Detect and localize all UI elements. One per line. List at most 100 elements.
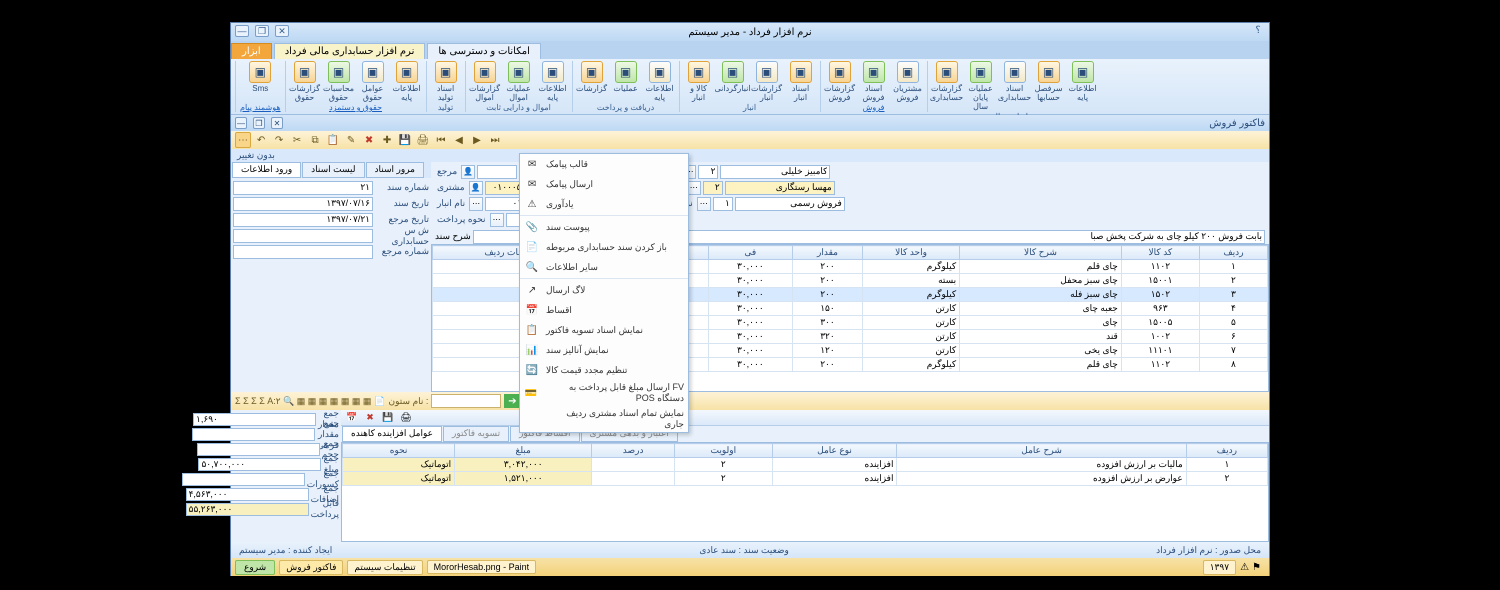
close-icon[interactable]: ✕ (275, 25, 289, 37)
ribbon-item[interactable]: ▣گزارشات فروش (825, 61, 855, 102)
doc-field[interactable] (233, 245, 373, 259)
copy-icon[interactable]: ⧉ (307, 132, 323, 148)
menu-item[interactable]: 📋نمایش اسناد تسویه فاکتور (520, 320, 688, 340)
new-icon[interactable]: ✚ (379, 132, 395, 148)
lookup-icon[interactable]: 👤 (461, 165, 475, 179)
warn-icon[interactable]: ⚠ (1240, 562, 1249, 573)
ribbon-item[interactable]: ▣مشتریان فروش (893, 61, 923, 102)
ribbon-item[interactable]: ▣اطلاعات پایه (1068, 61, 1098, 111)
ribbon-item[interactable]: ▣اسناد فروش (859, 61, 889, 102)
start-button[interactable]: شروع (235, 560, 275, 575)
marja-code[interactable] (477, 165, 517, 179)
task-item[interactable]: فاکتور فروش (279, 560, 343, 575)
doc-field[interactable] (233, 181, 373, 195)
menu-item[interactable]: 📎پیوست سند (520, 217, 688, 237)
seller-code[interactable] (698, 165, 718, 179)
minimize-icon[interactable]: — (235, 25, 249, 37)
undo-icon[interactable]: ↶ (253, 132, 269, 148)
tab-tools[interactable]: ابزار (231, 43, 272, 59)
maximize-icon[interactable]: ❐ (255, 25, 269, 37)
factors-table[interactable]: ردیفشرح عاملنوع عاملاولویتدرصدمبلغنحوه۱م… (342, 443, 1268, 486)
tab-accounting[interactable]: نرم افزار حسابداری مالی فرداد (274, 43, 426, 59)
lookup-icon[interactable]: ⋯ (490, 213, 504, 227)
doc-field[interactable] (233, 229, 373, 243)
sub-min-icon[interactable]: — (235, 117, 247, 129)
seller-name[interactable] (720, 165, 830, 179)
menu-item[interactable]: نمایش تمام اسناد مشتری ردیف جاری (520, 406, 688, 432)
ribbon-item[interactable]: ▣اسناد تولید (431, 61, 461, 102)
menu-item[interactable]: 📅اقساط (520, 300, 688, 320)
print-row-icon[interactable]: 🖨 (399, 411, 413, 425)
menu-item[interactable]: ↗لاگ ارسال (520, 280, 688, 300)
tab-entry[interactable]: ورود اطلاعات (232, 162, 301, 178)
save-row-icon[interactable]: 💾 (381, 411, 395, 425)
table-row[interactable]: ۲عوارض بر ارزش افزودهافزاینده۲۱,۵۲۱,۰۰۰ا… (343, 472, 1268, 486)
lookup-icon[interactable]: ⋯ (697, 197, 711, 211)
ribbon-item[interactable]: ▣گزارشات انبار (752, 61, 782, 102)
go-icon[interactable]: ➔ (504, 394, 520, 408)
redo-icon[interactable]: ↷ (271, 132, 287, 148)
type-name[interactable] (735, 197, 845, 211)
ribbon-item[interactable]: ▣اطلاعات پایه (538, 61, 568, 102)
table-row[interactable]: ۱مالیات بر ارزش افزودهافزاینده۲۳,۰۴۲,۰۰۰… (343, 458, 1268, 472)
ribbon-item[interactable]: ▣اطلاعات پایه (645, 61, 675, 102)
bazaryab-name[interactable] (725, 181, 835, 195)
ribbon-item[interactable]: ▣Sms (245, 61, 275, 93)
edit-icon[interactable]: ✎ (343, 132, 359, 148)
delete-icon[interactable]: ✖ (361, 132, 377, 148)
lookup-icon[interactable]: 👤 (469, 181, 483, 195)
menu-item[interactable]: 💳FV ارسال مبلغ قابل پرداخت به دستگاه POS (520, 380, 688, 406)
next-icon[interactable]: ▶ (469, 132, 485, 148)
doc-field[interactable] (233, 213, 373, 227)
sub-restore-icon[interactable]: ❐ (253, 117, 265, 129)
tab-list[interactable]: لیست اسناد (302, 162, 364, 178)
tab-review[interactable]: مرور اسناد (366, 162, 425, 178)
type-code[interactable] (713, 197, 733, 211)
menu-item[interactable]: 📊نمایش آنالیز سند (520, 340, 688, 360)
menu-item[interactable]: ✉قالب پیامک (520, 154, 688, 174)
btab-settle[interactable]: تسویه فاکتور (443, 426, 509, 442)
prev-icon[interactable]: ◀ (451, 132, 467, 148)
lookup-icon[interactable]: ⋯ (469, 197, 483, 211)
delete-row-icon[interactable]: ✖ (363, 411, 377, 425)
ribbon-item[interactable]: ▣اسناد حسابداری (1000, 61, 1030, 111)
ribbon-item[interactable]: ▣عملیات (611, 61, 641, 102)
flag-icon[interactable]: ⚑ (1252, 562, 1261, 573)
more-button[interactable]: ⋯ (235, 132, 251, 148)
menu-item[interactable]: 🔄تنظیم مجدد قیمت کالا (520, 360, 688, 380)
cut-icon[interactable]: ✂ (289, 132, 305, 148)
print-icon[interactable]: 🖨 (415, 132, 431, 148)
menu-item[interactable]: 🔍سایر اطلاعات (520, 257, 688, 277)
help-icon[interactable]: ؟ (1251, 25, 1265, 36)
paste-icon[interactable]: 📋 (325, 132, 341, 148)
menu-item[interactable]: ⚠یادآوری (520, 194, 688, 214)
col-filter-input[interactable] (431, 394, 501, 408)
context-menu[interactable]: ✉قالب پیامک✉ارسال پیامک⚠یادآوری 📎پیوست سن… (519, 153, 689, 433)
ribbon-item[interactable]: ▣سرفصل حسابها (1034, 61, 1064, 111)
ribbon-item[interactable]: ▣اطلاعات پایه (392, 61, 422, 102)
ribbon-item[interactable]: ▣گزارشات اموال (470, 61, 500, 102)
ribbon-item[interactable]: ▣کالا و انبار (684, 61, 714, 102)
bazaryab-code[interactable] (703, 181, 723, 195)
menu-item[interactable]: 📄باز کردن سند حسابداری مربوطه (520, 237, 688, 257)
ribbon-item[interactable]: ▣عملیات اموال (504, 61, 534, 102)
last-icon[interactable]: ⏭ (487, 132, 503, 148)
ribbon-item[interactable]: ▣گزارشات حسابداری (932, 61, 962, 111)
task-item[interactable]: تنظیمات سیستم (347, 560, 422, 575)
ribbon-item[interactable]: ▣اسناد انبار (786, 61, 816, 102)
ribbon-item[interactable]: ▣عملیات پایان سال (966, 61, 996, 111)
first-icon[interactable]: ⏮ (433, 132, 449, 148)
task-item[interactable]: MororHesab.png - Paint (427, 560, 537, 574)
menu-item[interactable]: ✉ارسال پیامک (520, 174, 688, 194)
sub-close-icon[interactable]: ✕ (271, 117, 283, 129)
btab-factors[interactable]: عوامل افزاینده کاهنده (342, 426, 442, 442)
ribbon-item[interactable]: ▣محاسبات حقوق (324, 61, 354, 102)
ribbon-item[interactable]: ▣انبارگردانی (718, 61, 748, 102)
date-icon[interactable]: 📅 (345, 411, 359, 425)
ribbon-item[interactable]: ▣عوامل حقوق (358, 61, 388, 102)
task-year[interactable]: ۱۳۹۷ (1203, 560, 1236, 575)
tab-access[interactable]: امکانات و دسترسی ها (427, 43, 541, 59)
doc-field[interactable] (233, 197, 373, 211)
ribbon-item[interactable]: ▣گزارشات (577, 61, 607, 102)
save-icon[interactable]: 💾 (397, 132, 413, 148)
